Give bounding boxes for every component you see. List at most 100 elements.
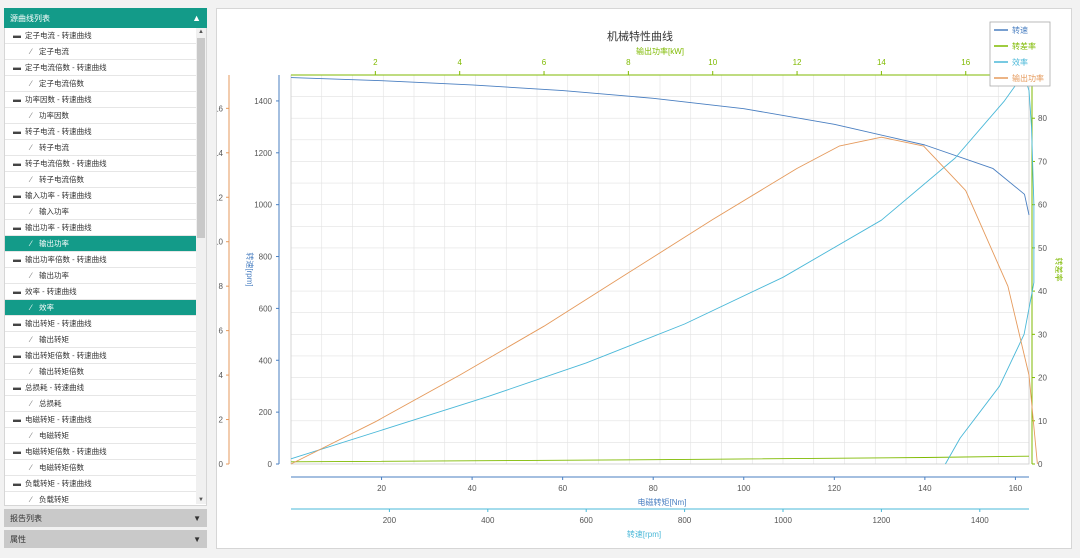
top-axis-tick-label: 6: [542, 58, 547, 67]
right-axis-tick-label: 10: [1038, 417, 1047, 426]
curve-list-header[interactable]: 源曲线列表 ▲: [4, 8, 207, 28]
tree-folder-item[interactable]: ▬ 定子电流 - 转速曲线: [5, 28, 198, 44]
tree-item-label: 电磁转矩倍数 - 转速曲线: [25, 447, 107, 456]
tree-curve-item[interactable]: ∕ 电磁转矩: [5, 428, 198, 444]
tree-curve-item[interactable]: ∕ 电磁转矩倍数: [5, 460, 198, 476]
left-outer-axis-tick-label: 12: [217, 193, 224, 202]
left-inner-axis-label: 转速[rpm]: [245, 252, 255, 286]
tree-item-label: 输出功率: [39, 271, 69, 280]
tree-folder-item[interactable]: ▬ 功率因数 - 转速曲线: [5, 92, 198, 108]
tree-item-label: 输出功率倍数 - 转速曲线: [25, 255, 107, 264]
right-axis-tick-label: 30: [1038, 330, 1047, 339]
folder-open-icon: ▬: [13, 255, 21, 264]
bottom-inner-axis-tick-label: 140: [918, 484, 932, 493]
right-axis-tick-label: 0: [1038, 460, 1043, 469]
tree-item-label: 总损耗: [39, 399, 62, 408]
tree-curve-item[interactable]: ∕ 输出功率: [5, 236, 198, 252]
tree-item-label: 电磁转矩 - 转速曲线: [25, 415, 92, 424]
bottom-outer-axis-tick-label: 800: [678, 516, 692, 525]
bottom-inner-axis-tick-label: 40: [468, 484, 477, 493]
tree-item-label: 转子电流倍数: [39, 175, 84, 184]
tree-curve-item[interactable]: ∕ 输出转矩: [5, 332, 198, 348]
tree-item-label: 输入功率 - 转速曲线: [25, 191, 92, 200]
right-axis-tick-label: 20: [1038, 374, 1047, 383]
tree-item-label: 负载转矩 - 转速曲线: [25, 479, 92, 488]
tree-curve-item[interactable]: ∕ 转子电流: [5, 140, 198, 156]
bottom-inner-axis-tick-label: 60: [558, 484, 567, 493]
top-axis-tick-label: 16: [961, 58, 970, 67]
tree-folder-item[interactable]: ▬ 负载转矩 - 转速曲线: [5, 476, 198, 492]
curve-tree: ▬ 定子电流 - 转速曲线 ∕ 定子电流 ▬ 定子电流倍数 - 转速曲线 ∕ 定子电流倍数 ▬ 功…: [4, 28, 207, 506]
bottom-inner-axis-tick-label: 100: [737, 484, 751, 493]
tree-item-label: 输出转矩倍数 - 转速曲线: [25, 351, 107, 360]
left-panel: 源曲线列表 ▲ ▬ 定子电流 - 转速曲线 ∕ 定子电流 ▬ 定子电流倍数 - 转速曲线 ∕…: [4, 8, 207, 548]
folder-open-icon: ▬: [13, 191, 21, 200]
scroll-down-icon[interactable]: ▼: [196, 497, 206, 503]
tree-item-label: 效率 - 转速曲线: [25, 287, 77, 296]
left-outer-axis-tick-label: 10: [217, 238, 224, 247]
tree-folder-item[interactable]: ▬ 转子电流 - 转速曲线: [5, 124, 198, 140]
tree-item-label: 输出功率 - 转速曲线: [25, 223, 92, 232]
tree-folder-item[interactable]: ▬ 电磁转矩倍数 - 转速曲线: [5, 444, 198, 460]
tree-folder-item[interactable]: ▬ 输入功率 - 转速曲线: [5, 188, 198, 204]
tree-item-label: 转子电流 - 转速曲线: [25, 127, 92, 136]
tree-curve-item[interactable]: ∕ 输入功率: [5, 204, 198, 220]
right-axis-tick-label: 40: [1038, 287, 1047, 296]
tree-folder-item[interactable]: ▬ 电磁转矩 - 转速曲线: [5, 412, 198, 428]
folder-open-icon: ▬: [13, 415, 21, 424]
bottom-inner-axis-tick-label: 120: [828, 484, 842, 493]
tree-item-label: 转子电流: [39, 143, 69, 152]
tree-item-label: 输入功率: [39, 207, 69, 216]
bottom-inner-axis-tick-label: 160: [1009, 484, 1023, 493]
folder-open-icon: ▬: [13, 319, 21, 328]
paperclip-icon: ∕: [30, 399, 32, 408]
tree-item-label: 定子电流: [39, 47, 69, 56]
scroll-up-icon[interactable]: ▲: [196, 29, 206, 35]
tree-curve-item[interactable]: ∕ 负载转矩: [5, 492, 198, 505]
left-outer-axis-tick-label: 2: [219, 416, 224, 425]
tree-item-label: 功率因数 - 转速曲线: [25, 95, 92, 104]
chevron-up-icon[interactable]: ▲: [192, 13, 201, 23]
paperclip-icon: ∕: [30, 367, 32, 376]
tree-item-label: 输出转矩 - 转速曲线: [25, 319, 92, 328]
tree-folder-item[interactable]: ▬ 输出功率倍数 - 转速曲线: [5, 252, 198, 268]
tree-folder-item[interactable]: ▬ 总损耗 - 转速曲线: [5, 380, 198, 396]
tree-folder-item[interactable]: ▬ 转子电流倍数 - 转速曲线: [5, 156, 198, 172]
folder-open-icon: ▬: [13, 159, 21, 168]
top-axis-tick-label: 12: [793, 58, 802, 67]
tree-folder-item[interactable]: ▬ 定子电流倍数 - 转速曲线: [5, 60, 198, 76]
tree-scrollbar[interactable]: ▲ ▼: [196, 28, 206, 504]
paperclip-icon: ∕: [30, 175, 32, 184]
tree-item-label: 功率因数: [39, 111, 69, 120]
legend-label: 输出功率: [1012, 73, 1044, 83]
properties-header[interactable]: 属性 ▼: [4, 530, 207, 548]
bottom-outer-axis-tick-label: 1200: [873, 516, 891, 525]
tree-curve-item[interactable]: ∕ 定子电流: [5, 44, 198, 60]
tree-curve-item[interactable]: ∕ 输出功率: [5, 268, 198, 284]
tree-curve-item[interactable]: ∕ 总损耗: [5, 396, 198, 412]
tree-curve-item[interactable]: ∕ 定子电流倍数: [5, 76, 198, 92]
top-axis-label: 输出功率[kW]: [636, 46, 684, 56]
top-axis-tick-label: 4: [457, 58, 462, 67]
folder-open-icon: ▬: [13, 223, 21, 232]
tree-curve-item[interactable]: ∕ 功率因数: [5, 108, 198, 124]
tree-item-label: 总损耗 - 转速曲线: [25, 383, 85, 392]
folder-open-icon: ▬: [13, 351, 21, 360]
chevron-down-icon[interactable]: ▼: [193, 535, 201, 544]
scrollbar-thumb[interactable]: [197, 38, 205, 238]
right-axis-label: 转差率: [1054, 258, 1064, 282]
chevron-down-icon[interactable]: ▼: [193, 514, 201, 523]
tree-folder-item[interactable]: ▬ 输出转矩 - 转速曲线: [5, 316, 198, 332]
tree-folder-item[interactable]: ▬ 输出转矩倍数 - 转速曲线: [5, 348, 198, 364]
properties-title: 属性: [10, 534, 26, 544]
folder-open-icon: ▬: [13, 63, 21, 72]
tree-curve-item[interactable]: ∕ 转子电流倍数: [5, 172, 198, 188]
tree-folder-item[interactable]: ▬ 效率 - 转速曲线: [5, 284, 198, 300]
paperclip-icon: ∕: [30, 239, 32, 248]
tree-folder-item[interactable]: ▬ 输出功率 - 转速曲线: [5, 220, 198, 236]
report-list-header[interactable]: 报告列表 ▼: [4, 509, 207, 527]
left-inner-axis-tick-label: 1000: [254, 201, 272, 210]
tree-curve-item[interactable]: ∕ 效率: [5, 300, 198, 316]
tree-curve-item[interactable]: ∕ 输出转矩倍数: [5, 364, 198, 380]
left-outer-axis-tick-label: 6: [219, 327, 224, 336]
